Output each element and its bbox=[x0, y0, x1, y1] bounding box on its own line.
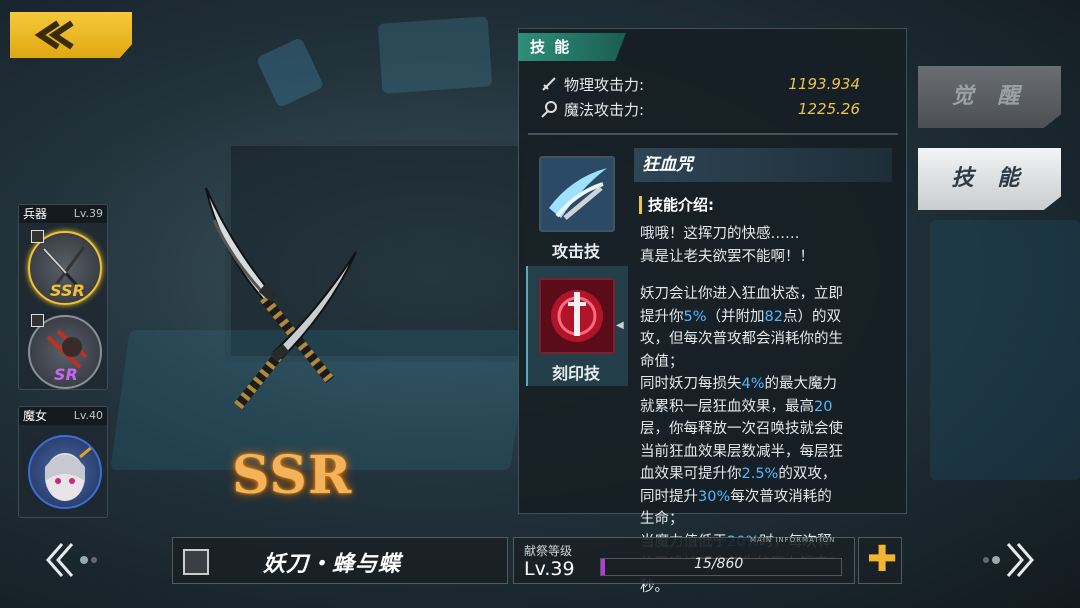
description-line: 同时妖刀每损失4%的最大魔力 bbox=[640, 373, 892, 396]
description-text: 层，你每释放一次召唤技就会使 bbox=[640, 421, 843, 437]
skill-panel-tab: 技 能 bbox=[518, 33, 626, 61]
attack-skill-button[interactable] bbox=[539, 156, 615, 232]
description-text: 命值； bbox=[640, 353, 684, 370]
description-highlight: 2.5% bbox=[741, 466, 779, 482]
description-text: （并附加 bbox=[706, 308, 765, 325]
back-button[interactable] bbox=[10, 12, 132, 58]
rarity-ssr-badge: SSR bbox=[50, 281, 85, 300]
quote-line: 哦哦！这挥刀的快感…… bbox=[640, 226, 800, 242]
weapon-slot-level: Lv.39 bbox=[73, 207, 103, 220]
description-highlight: 30% bbox=[698, 488, 731, 505]
description-line: 就累积一层狂血效果，最高20 bbox=[640, 396, 892, 419]
weapon-name: 妖刀・蜂与蝶 bbox=[263, 552, 402, 577]
seal-skill-button[interactable] bbox=[539, 278, 615, 354]
witch-slot-label: 魔女 bbox=[23, 409, 48, 423]
description-text: 妖刀会让你进入狂血状态，立即 bbox=[640, 286, 843, 302]
witch-slot-header: 魔女 Lv.40 bbox=[19, 407, 107, 425]
description-line: 血效果可提升你2.5%的双攻， bbox=[640, 463, 892, 486]
selection-pointer-icon: ◀ bbox=[616, 320, 624, 331]
chevron-left-icon bbox=[46, 543, 97, 577]
description-highlight: 5% bbox=[683, 308, 707, 325]
description-line: 攻，但每次普攻都会消耗你的生 bbox=[640, 328, 892, 351]
physical-attack-row: 物理攻击力: 1193.934 bbox=[540, 73, 860, 95]
rarity-sr-badge: SR bbox=[54, 365, 78, 384]
weapon-illustration bbox=[205, 187, 357, 410]
plus-icon: ✚ bbox=[867, 539, 898, 580]
next-weapon-arrow[interactable] bbox=[978, 540, 1038, 587]
skill-name: 狂血咒 bbox=[634, 148, 892, 182]
add-exp-button[interactable]: ✚ bbox=[858, 537, 902, 584]
quote-line: 真是让老夫欲罢不能啊！！ bbox=[640, 248, 814, 265]
witch-slot-panel: 魔女 Lv.40 bbox=[18, 406, 108, 518]
skill-quote: 哦哦！这挥刀的快感…… 真是让老夫欲罢不能啊！！ bbox=[640, 223, 892, 268]
weapon-type-icon bbox=[31, 230, 44, 243]
description-highlight: 4% bbox=[741, 376, 765, 392]
description-highlight: 20 bbox=[814, 398, 833, 415]
description-text: 每次普攻消耗的 bbox=[730, 488, 832, 505]
witch-portrait-icon bbox=[45, 445, 93, 501]
background-light bbox=[377, 16, 493, 94]
seal-skill-label[interactable]: 刻印技 bbox=[526, 360, 626, 384]
description-text: 当前狂血效果层数减半，每层狂 bbox=[640, 443, 843, 460]
description-text: 就累积一层狂血效果，最高 bbox=[640, 398, 814, 415]
seal-skill-icon bbox=[541, 280, 613, 352]
sacrifice-level-box: 献祭等级 Lv.39 15/860 bbox=[513, 537, 855, 584]
magic-attack-value: 1225.26 bbox=[797, 100, 860, 118]
description-line: 层，你每释放一次召唤技就会使 bbox=[640, 418, 892, 441]
description-text: 同时提升 bbox=[640, 488, 698, 505]
description-text: 的双攻， bbox=[778, 466, 837, 482]
exp-text: 15/860 bbox=[694, 556, 744, 572]
magic-attack-label: 魔法攻击力: bbox=[564, 100, 645, 119]
weapon-slot-label: 兵器 bbox=[23, 207, 48, 221]
sacrifice-level: Lv.39 bbox=[524, 558, 575, 580]
background-light bbox=[255, 37, 325, 108]
main-information-note: MAIN INFORMATION bbox=[750, 536, 836, 544]
description-text: 同时妖刀每损失 bbox=[640, 376, 742, 392]
panel-divider bbox=[528, 133, 898, 135]
description-line: 生命； bbox=[640, 508, 892, 531]
skills-button[interactable]: 技 能 bbox=[918, 148, 1061, 210]
sword-icon bbox=[542, 77, 556, 91]
description-highlight: 82 bbox=[764, 308, 783, 325]
description-text: 的最大魔力 bbox=[764, 376, 838, 392]
chevron-right-icon bbox=[983, 543, 1034, 577]
weapon-type-icon bbox=[183, 549, 209, 575]
witch-avatar[interactable] bbox=[28, 435, 102, 509]
weapon-slot-panel: 兵器 Lv.39 SSR SR bbox=[18, 204, 108, 390]
description-line: 提升你5%（并附加82点）的双 bbox=[640, 306, 892, 329]
weapon-rarity-label: SSR bbox=[232, 445, 353, 506]
magic-icon bbox=[541, 101, 557, 118]
description-line: 妖刀会让你进入狂血状态，立即 bbox=[640, 283, 892, 306]
skill-intro-header: 技能介绍: bbox=[639, 196, 714, 214]
chevron-left-icon bbox=[34, 20, 74, 50]
magic-attack-row: 魔法攻击力: 1225.26 bbox=[540, 98, 860, 120]
description-text: 点）的双 bbox=[782, 308, 841, 325]
previous-weapon-arrow[interactable] bbox=[42, 540, 102, 587]
physical-attack-label: 物理攻击力: bbox=[564, 75, 645, 94]
slash-skill-icon bbox=[541, 158, 613, 230]
exp-bar-fill bbox=[601, 559, 606, 575]
background-window bbox=[930, 220, 1080, 480]
weapon-type-icon bbox=[31, 314, 44, 327]
description-line: 同时提升30%每次普攻消耗的 bbox=[640, 486, 892, 509]
sacrifice-level-title: 献祭等级 bbox=[524, 544, 573, 558]
weapon-name-bar: 妖刀・蜂与蝶 bbox=[172, 537, 508, 584]
description-text: 血效果可提升你 bbox=[640, 466, 742, 482]
awaken-button[interactable]: 觉 醒 bbox=[918, 66, 1061, 128]
description-line: 当前狂血效果层数减半，每层狂 bbox=[640, 441, 892, 464]
description-line: 命值； bbox=[640, 351, 892, 374]
physical-attack-value: 1193.934 bbox=[788, 75, 860, 93]
attack-skill-label[interactable]: 攻击技 bbox=[526, 238, 626, 262]
description-text: 生命； bbox=[640, 511, 684, 527]
description-text: 攻，但每次普攻都会消耗你的生 bbox=[640, 331, 843, 347]
witch-slot-level: Lv.40 bbox=[73, 409, 103, 422]
description-text: 提升你 bbox=[640, 308, 684, 325]
weapon-slot-header: 兵器 Lv.39 bbox=[19, 205, 107, 223]
